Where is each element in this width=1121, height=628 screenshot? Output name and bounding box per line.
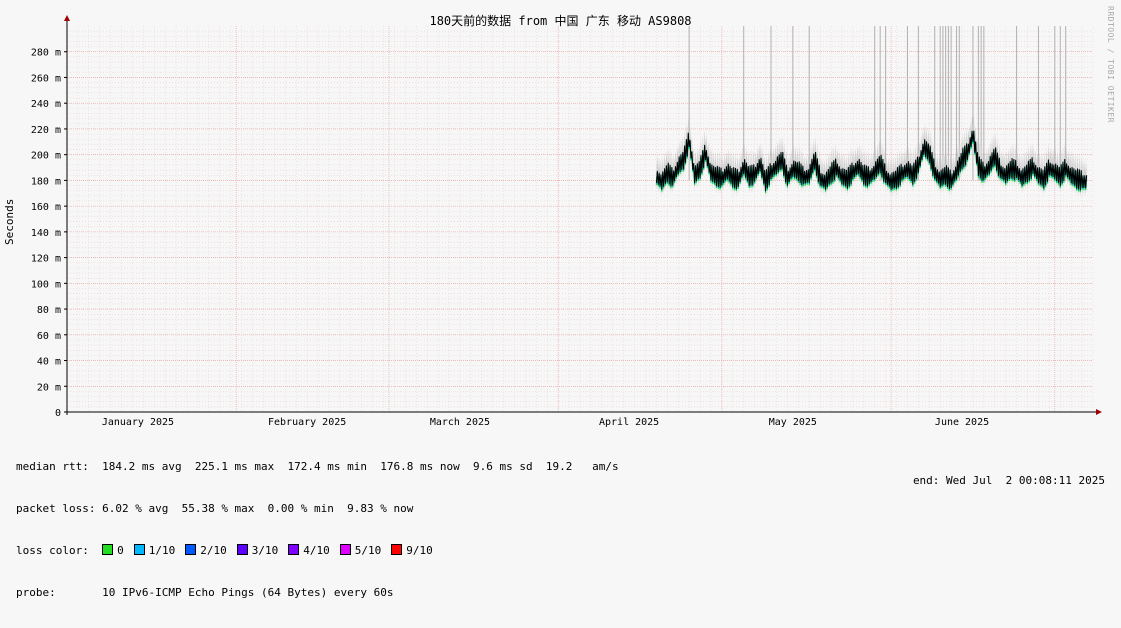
legend: median rtt: 184.2 ms avg 225.1 ms max 17… [16,432,619,628]
loss-color-value: 9/10 [406,544,433,557]
y-tick-label: 180 m [31,176,61,187]
y-tick-label: 240 m [31,99,61,110]
packet-loss-row: packet loss: 6.02 % avg 55.38 % max 0.00… [16,502,619,516]
y-tick-label: 220 m [31,125,61,136]
loss-color-item: 4/10 [288,544,330,557]
loss-color-swatch [185,544,197,555]
y-tick-label: 40 m [37,357,61,368]
y-tick-label: 160 m [31,202,61,213]
median-rtt-label: median rtt: [16,460,89,473]
smokeping-graph: 180天前的数据 from 中国 广东 移动 AS9808 RRDTOOL / … [0,0,1121,599]
x-tick-label: February 2025 [268,417,346,428]
loss-color-swatch [391,544,403,555]
y-tick-label: 260 m [31,73,61,84]
median-rtt-values: 184.2 ms avg 225.1 ms max 172.4 ms min 1… [102,460,619,473]
loss-color-value: 0 [117,544,124,557]
y-tick-label: 120 m [31,254,61,265]
loss-color-value: 4/10 [303,544,330,557]
loss-color-item: 3/10 [236,544,279,557]
loss-color-swatch [288,544,300,555]
x-tick-label: January 2025 [102,417,174,428]
packet-loss-label: packet loss: [16,502,96,515]
probe-row: probe: 10 IPv6-ICMP Echo Pings (64 Bytes… [16,586,619,600]
loss-color-swatch [102,544,114,555]
probe-label: probe: [16,586,56,599]
y-tick-label: 140 m [31,228,61,239]
y-tick-label: 0 [55,408,61,419]
y-axis-arrow [64,15,70,21]
loss-color-swatch [236,544,248,555]
loss-color-value: 5/10 [354,544,382,557]
loss-color-swatch [133,544,145,555]
loss-color-item: 5/10 [339,544,382,557]
x-axis-arrow [1096,409,1102,415]
packet-loss-values: 6.02 % avg 55.38 % max 0.00 % min 9.83 %… [102,502,414,515]
loss-color-item: 2/10 [185,544,227,557]
y-tick-label: 20 m [37,382,61,393]
loss-color-value: 2/10 [200,544,227,557]
x-tick-label: March 2025 [430,417,490,428]
loss-color-item: 0 [102,544,124,557]
y-tick-label: 280 m [31,48,61,59]
median-rtt-row: median rtt: 184.2 ms avg 225.1 ms max 17… [16,460,619,474]
end-time: end: Wed Jul 2 00:08:11 2025 [912,474,1105,487]
loss-color-value: 3/10 [251,544,279,557]
loss-color-value: 1/10 [148,544,176,557]
y-tick-label: 80 m [37,305,61,316]
loss-color-swatch [339,544,351,555]
y-tick-label: 100 m [31,279,61,290]
x-tick-label: May 2025 [769,417,817,428]
x-tick-label: June 2025 [935,417,989,428]
x-tick-label: April 2025 [599,417,659,428]
loss-color-item: 9/10 [391,544,433,557]
loss-color-label: loss color: [16,544,89,557]
y-tick-label: 60 m [37,331,61,342]
loss-color-row: loss color: 0 1/10 2/10 3/10 4/10 5/10 9/10 [16,544,619,558]
plot-area: 0 20 m 40 m 60 m 80 m 100 m 120 m 140 m 160 m 180… [31,15,1102,428]
probe-values: 10 IPv6-ICMP Echo Pings (64 Bytes) every… [102,586,394,599]
y-tick-label: 200 m [31,151,61,162]
loss-color-item: 1/10 [133,544,176,557]
